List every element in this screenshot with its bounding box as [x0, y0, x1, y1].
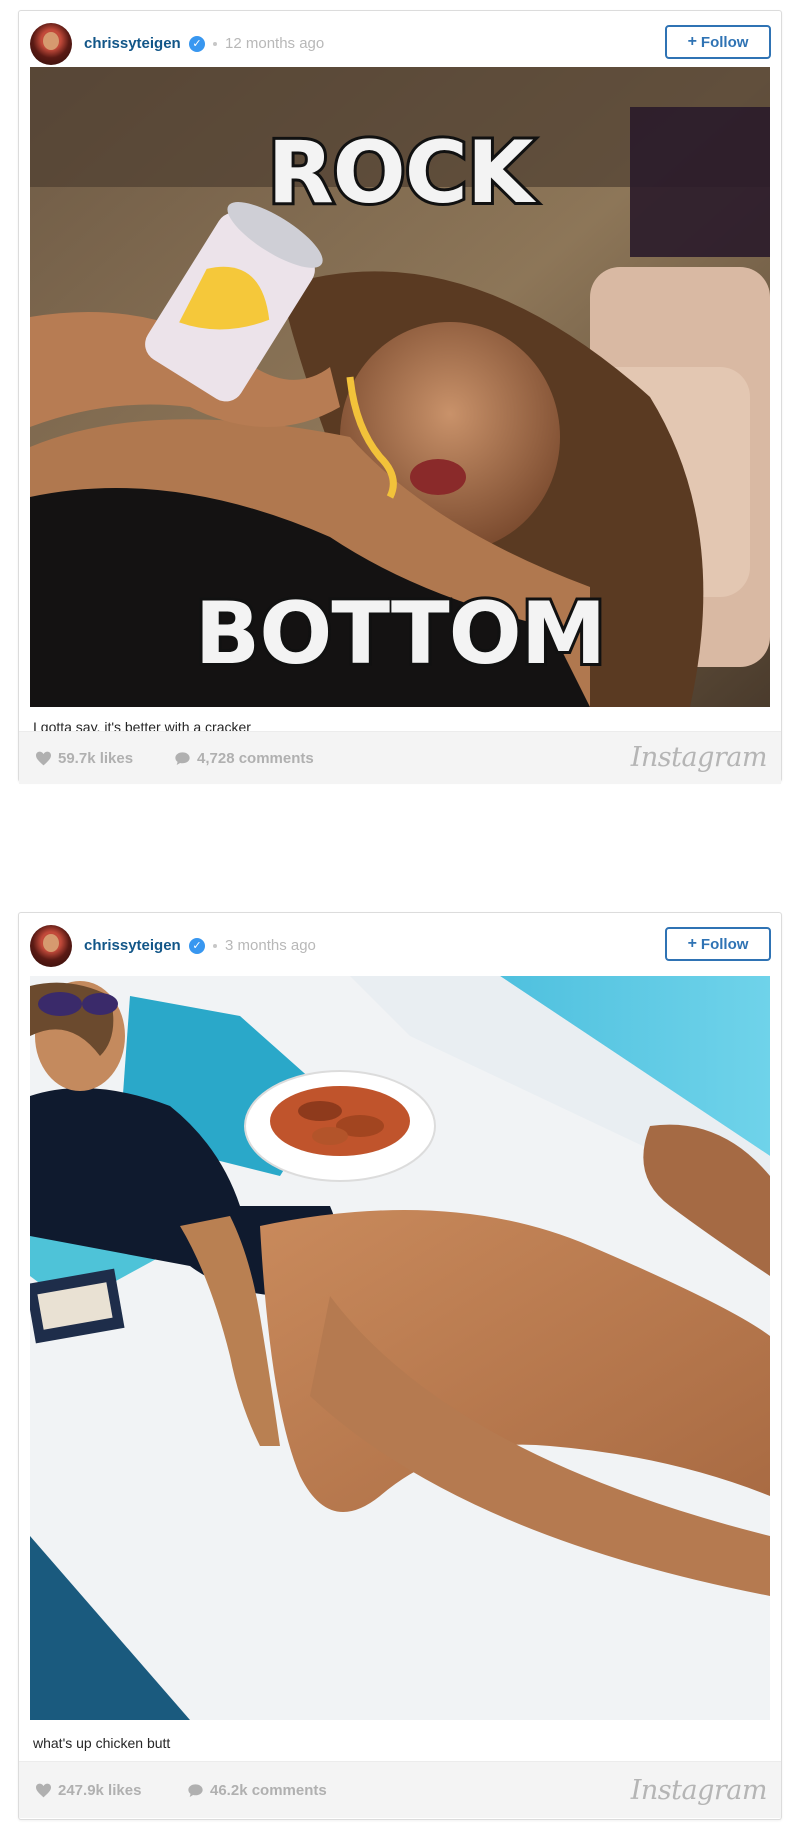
meme-bottom-text: BOTTOM: [195, 584, 606, 684]
post-photo[interactable]: [30, 976, 770, 1720]
plus-icon: +: [687, 33, 697, 50]
comment-bubble-icon: [175, 752, 190, 765]
follow-label: Follow: [700, 33, 749, 51]
separator-dot: [213, 944, 217, 948]
timestamp: 3 months ago: [225, 937, 316, 954]
meme-top-text: ROCK: [267, 123, 536, 223]
comments-count[interactable]: 4,728 comments: [174, 750, 314, 767]
likes-text: 247.9k likes: [58, 1782, 142, 1799]
username-link[interactable]: chrissyteigen: [84, 937, 181, 954]
check-badge-icon: ✓: [189, 938, 205, 954]
avatar[interactable]: [30, 23, 72, 65]
follow-label: Follow: [700, 935, 749, 953]
likes-count[interactable]: 59.7k likes: [35, 750, 133, 767]
comments-count[interactable]: 46.2k comments: [187, 1782, 327, 1799]
check-badge-icon: ✓: [189, 36, 205, 52]
post-footer-bar: 59.7k likes 4,728 comments Instagram: [19, 731, 781, 782]
comment-bubble-icon: [188, 1784, 203, 1797]
heart-icon: [36, 751, 51, 766]
post-header: chrissyteigen ✓ 12 months ago + Follow: [19, 11, 781, 73]
comments-text: 4,728 comments: [197, 750, 314, 767]
post-card: chrissyteigen ✓ 3 months ago + Follow wh…: [18, 912, 782, 1820]
heart-icon: [36, 1783, 51, 1798]
follow-button[interactable]: + Follow: [665, 25, 771, 59]
likes-text: 59.7k likes: [58, 750, 134, 767]
separator-dot: [213, 42, 217, 46]
post-card: chrissyteigen ✓ 12 months ago + Follow R…: [18, 10, 782, 784]
photo-image: ROCK BOTTOM: [30, 67, 770, 707]
avatar[interactable]: [30, 925, 72, 967]
likes-count[interactable]: 247.9k likes: [35, 1782, 141, 1799]
plus-icon: +: [687, 935, 697, 952]
instagram-logo[interactable]: Instagram: [631, 742, 768, 773]
post-header: chrissyteigen ✓ 3 months ago + Follow: [19, 913, 781, 975]
post-photo[interactable]: ROCK BOTTOM: [30, 67, 770, 707]
timestamp: 12 months ago: [225, 35, 325, 52]
photo-image: [30, 976, 770, 1720]
instagram-logo[interactable]: Instagram: [631, 1775, 768, 1806]
follow-button[interactable]: + Follow: [665, 927, 771, 961]
username-link[interactable]: chrissyteigen: [84, 35, 181, 52]
comments-text: 46.2k comments: [210, 1782, 327, 1799]
post-footer-bar: 247.9k likes 46.2k comments Instagram: [19, 1761, 781, 1818]
post-caption: what's up chicken butt: [33, 1735, 171, 1751]
